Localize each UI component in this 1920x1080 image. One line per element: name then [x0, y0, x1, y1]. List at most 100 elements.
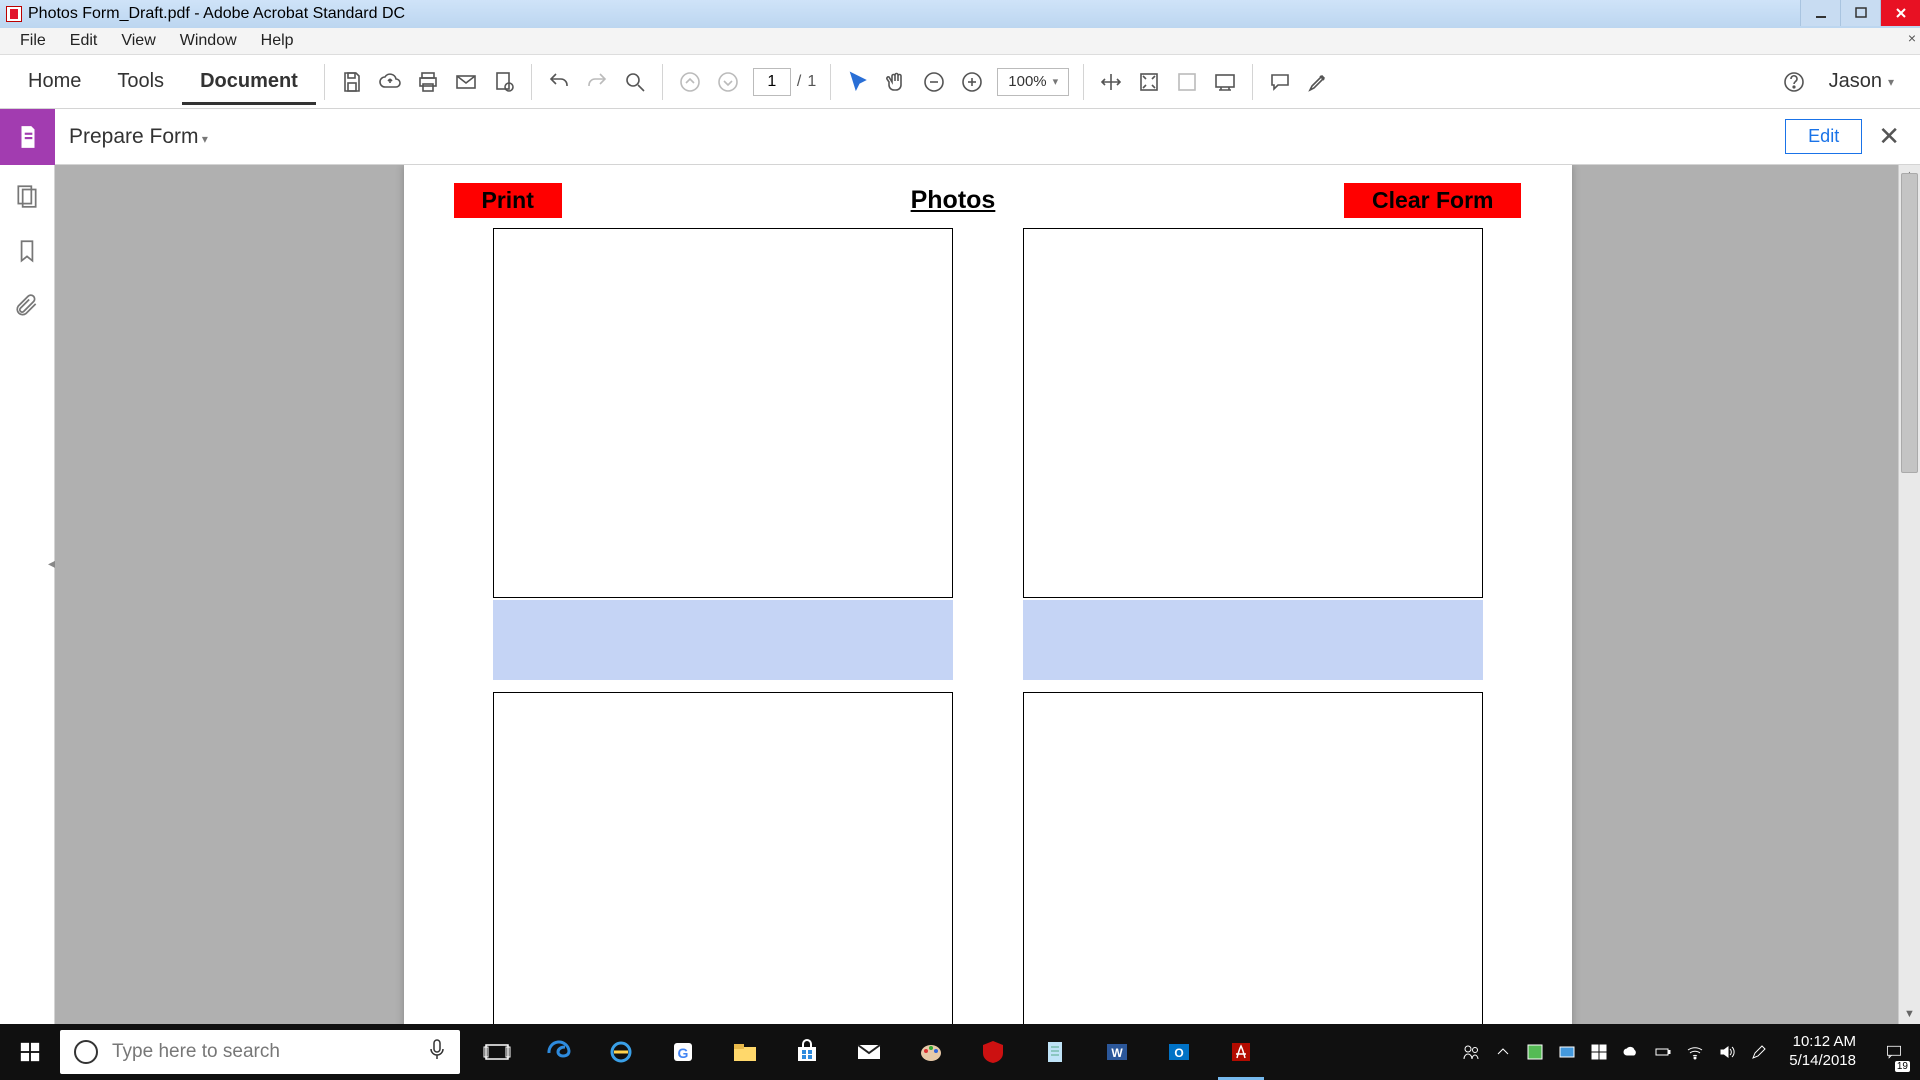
- hand-tool-icon[interactable]: [877, 63, 915, 101]
- zoom-level-dropdown[interactable]: 100%: [997, 68, 1069, 96]
- menu-view[interactable]: View: [109, 30, 167, 52]
- pdf-page: Print Photos Clear Form: [404, 165, 1572, 1024]
- start-button[interactable]: [0, 1024, 60, 1080]
- vertical-scrollbar[interactable]: ▲ ▼: [1898, 165, 1920, 1024]
- mic-icon[interactable]: [428, 1038, 446, 1066]
- page-number-input[interactable]: [753, 68, 791, 96]
- people-icon[interactable]: [1459, 1040, 1483, 1064]
- taskbar-app-outlook[interactable]: O: [1148, 1024, 1210, 1080]
- menu-bar: File Edit View Window Help: [0, 28, 1920, 55]
- tray-volume-icon[interactable]: [1715, 1040, 1739, 1064]
- photo-field-4[interactable]: [1023, 692, 1483, 1024]
- taskbar-clock[interactable]: 10:12 AM 5/14/2018: [1779, 1033, 1866, 1071]
- taskbar-app-ie[interactable]: [590, 1024, 652, 1080]
- zoom-out-icon[interactable]: [915, 63, 953, 101]
- close-panel-button[interactable]: ✕: [1878, 121, 1900, 152]
- tab-tools[interactable]: Tools: [99, 58, 182, 105]
- email-icon[interactable]: [447, 63, 485, 101]
- window-close-button[interactable]: [1880, 0, 1920, 26]
- selection-tool-icon[interactable]: [839, 63, 877, 101]
- menu-help[interactable]: Help: [249, 30, 306, 52]
- document-viewport[interactable]: Print Photos Clear Form: [55, 165, 1920, 1024]
- fit-page-icon[interactable]: [1130, 63, 1168, 101]
- edit-button[interactable]: Edit: [1785, 119, 1862, 154]
- taskbar-app-mail[interactable]: [838, 1024, 900, 1080]
- taskbar-app-chrome[interactable]: G: [652, 1024, 714, 1080]
- menu-edit[interactable]: Edit: [58, 30, 110, 52]
- menu-window[interactable]: Window: [168, 30, 249, 52]
- workspace: ◀ Print Photos Clear Form: [0, 165, 1920, 1024]
- tray-pen-icon[interactable]: [1747, 1040, 1771, 1064]
- search-icon[interactable]: [616, 63, 654, 101]
- fit-width-icon[interactable]: [1092, 63, 1130, 101]
- tray-battery-icon[interactable]: [1651, 1040, 1675, 1064]
- tray-app-icon-1[interactable]: [1523, 1040, 1547, 1064]
- page-down-icon[interactable]: [709, 63, 747, 101]
- chevron-down-icon: ▾: [1888, 75, 1894, 89]
- prepare-form-bar: Prepare Form Edit ✕: [0, 109, 1920, 165]
- taskbar-app-edge[interactable]: [528, 1024, 590, 1080]
- redo-icon[interactable]: [578, 63, 616, 101]
- tray-chevron-icon[interactable]: [1491, 1040, 1515, 1064]
- form-clear-button[interactable]: Clear Form: [1344, 183, 1521, 218]
- photo-field-3[interactable]: [493, 692, 953, 1024]
- toolbar-separator: [1252, 64, 1253, 100]
- tray-wifi-icon[interactable]: [1683, 1040, 1707, 1064]
- save-icon[interactable]: [333, 63, 371, 101]
- taskbar-app-explorer[interactable]: [714, 1024, 776, 1080]
- stamp-icon[interactable]: [485, 63, 523, 101]
- bookmarks-panel-icon[interactable]: [14, 238, 40, 269]
- attachments-panel-icon[interactable]: [14, 293, 40, 324]
- toolbar-separator: [662, 64, 663, 100]
- window-minimize-button[interactable]: [1800, 0, 1840, 26]
- svg-text:O: O: [1174, 1046, 1183, 1060]
- taskbar-app-acrobat[interactable]: [1210, 1024, 1272, 1080]
- tray-app-icon-3[interactable]: [1587, 1040, 1611, 1064]
- print-icon[interactable]: [409, 63, 447, 101]
- zoom-in-icon[interactable]: [953, 63, 991, 101]
- taskbar-app-mcafee[interactable]: [962, 1024, 1024, 1080]
- toolbar-separator: [324, 64, 325, 100]
- prepare-form-icon[interactable]: [0, 109, 55, 165]
- caption-field-2[interactable]: [1023, 600, 1483, 680]
- toolbar-separator: [830, 64, 831, 100]
- svg-text:G: G: [678, 1045, 689, 1061]
- taskbar-app-paint[interactable]: [900, 1024, 962, 1080]
- page-up-icon[interactable]: [671, 63, 709, 101]
- read-mode-icon[interactable]: [1206, 63, 1244, 101]
- clock-time: 10:12 AM: [1789, 1033, 1856, 1052]
- taskbar-app-word[interactable]: W: [1086, 1024, 1148, 1080]
- menu-file[interactable]: File: [8, 30, 58, 52]
- scroll-down-icon[interactable]: ▼: [1899, 1004, 1920, 1024]
- help-icon[interactable]: [1775, 63, 1813, 101]
- search-placeholder: Type here to search: [112, 1041, 280, 1063]
- user-name: Jason: [1829, 70, 1882, 93]
- left-nav-rail: ◀: [0, 165, 55, 1024]
- tray-app-icon-2[interactable]: [1555, 1040, 1579, 1064]
- cortana-icon: [74, 1040, 98, 1064]
- cloud-upload-icon[interactable]: [371, 63, 409, 101]
- action-center-icon[interactable]: 19: [1874, 1024, 1914, 1080]
- tab-document[interactable]: Document: [182, 58, 316, 105]
- window-maximize-button[interactable]: [1840, 0, 1880, 26]
- scrollbar-thumb[interactable]: [1901, 173, 1918, 473]
- photo-field-2[interactable]: [1023, 228, 1483, 598]
- taskbar-app-notepad[interactable]: [1024, 1024, 1086, 1080]
- tray-onedrive-icon[interactable]: [1619, 1040, 1643, 1064]
- caption-field-1[interactable]: [493, 600, 953, 680]
- window-title: Photos Form_Draft.pdf - Adobe Acrobat St…: [28, 5, 405, 23]
- highlight-icon[interactable]: [1299, 63, 1337, 101]
- document-close-button[interactable]: ×: [1908, 30, 1916, 46]
- tab-home[interactable]: Home: [10, 58, 99, 105]
- photo-field-1[interactable]: [493, 228, 953, 598]
- form-print-button[interactable]: Print: [454, 183, 562, 218]
- fullscreen-icon[interactable]: [1168, 63, 1206, 101]
- taskbar-search[interactable]: Type here to search: [60, 1030, 460, 1074]
- context-title[interactable]: Prepare Form: [69, 125, 208, 149]
- task-view-icon[interactable]: [466, 1024, 528, 1080]
- comment-icon[interactable]: [1261, 63, 1299, 101]
- undo-icon[interactable]: [540, 63, 578, 101]
- thumbnails-panel-icon[interactable]: [14, 183, 40, 214]
- taskbar-app-store[interactable]: [776, 1024, 838, 1080]
- user-menu[interactable]: Jason ▾: [1813, 70, 1910, 93]
